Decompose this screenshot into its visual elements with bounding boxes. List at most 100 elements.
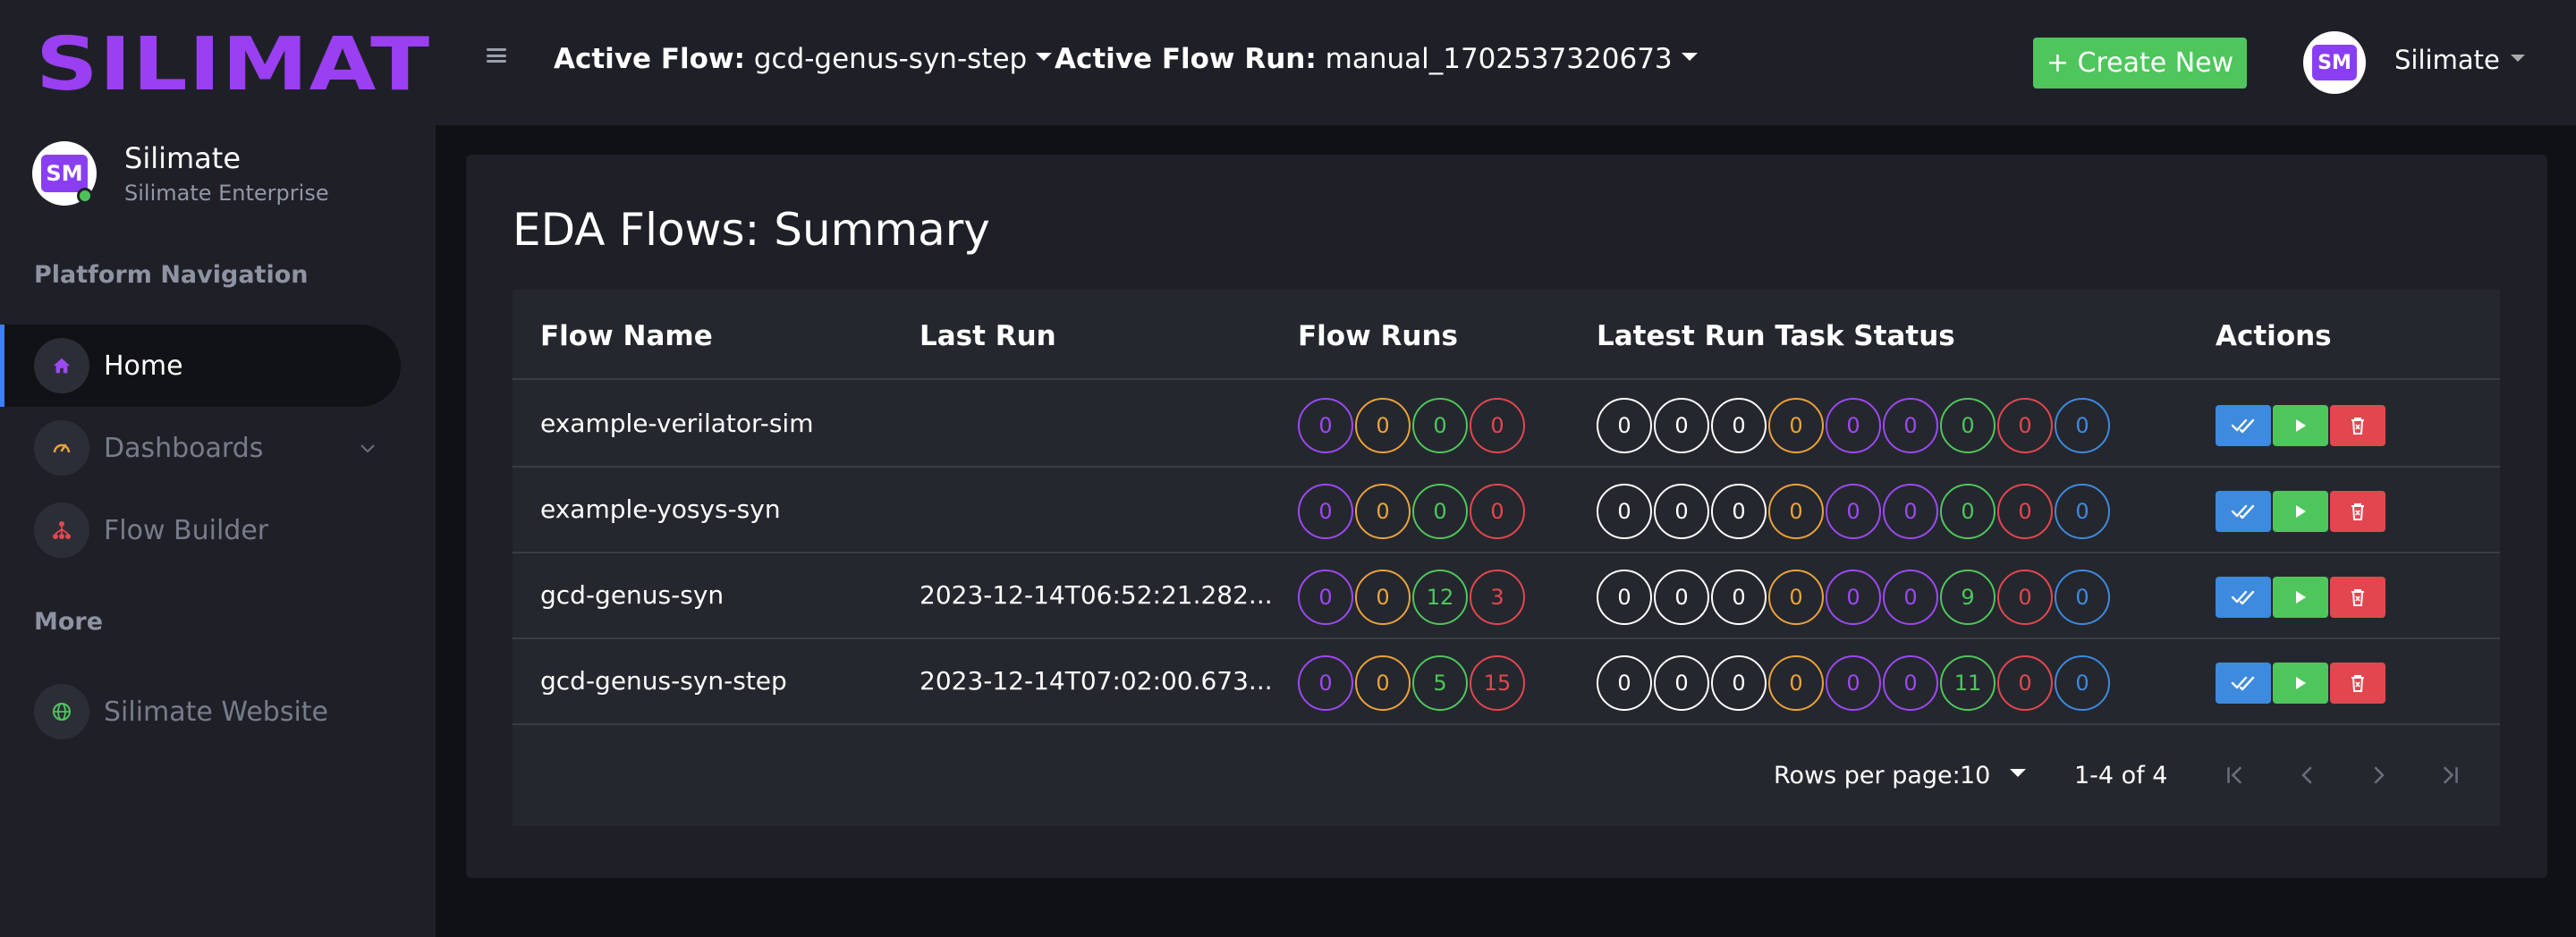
more-section-title: More [34,608,104,636]
trash-icon [2351,589,2364,606]
flow-name-cell[interactable]: example-yosys-syn [540,494,781,524]
sidebar-item-label: Dashboards [104,432,264,464]
column-header-actions: Actions [2216,320,2332,352]
sidebar: SILIMATE SM Silimate Silimate Enterprise… [0,0,489,937]
gauge-icon [34,420,89,476]
sidebar-user-name: Silimate [124,141,241,175]
table-row: example-verilator-sim 0 0 0 0 0 0 0 0 0 0 0 0 0 [513,382,2500,468]
task-status-count-badge: 0 [1654,484,1709,539]
play-icon [2296,677,2306,689]
flow-run-count-badge: 0 [1298,655,1353,711]
trash-icon [2351,418,2364,435]
flow-name-cell[interactable]: gcd-genus-syn [540,580,724,610]
flow-run-count-badge: 12 [1412,570,1468,625]
sidebar-item-dashboards[interactable]: Dashboards [0,407,401,489]
user-menu-name: Silimate [2394,45,2500,75]
task-status-count-badge: 0 [2055,398,2110,453]
set-active-button[interactable] [2216,405,2271,446]
active-flow-run-select[interactable]: Active Flow Run: manual_1702537320673 [1055,43,1698,75]
rows-per-page-select[interactable]: 10 [1960,762,2027,789]
active-flow-select[interactable]: Active Flow: gcd-genus-syn-step [554,43,1053,75]
flow-builder-icon [34,502,89,558]
flow-run-count-badge: 5 [1412,655,1468,711]
sidebar-item-label: Home [104,350,183,382]
row-actions [2216,491,2387,532]
task-status-counts: 000000000 [1597,484,2112,539]
task-status-count-badge: 0 [1883,484,1938,539]
task-status-count-badge: 0 [1711,570,1767,625]
table-row: gcd-genus-syn-step 2023-12-14T07:02:00.67… [513,639,2500,725]
active-flow-run-value: manual_1702537320673 [1325,43,1673,75]
flow-name-cell[interactable]: gcd-genus-syn-step [540,666,787,696]
caret-down-icon [2010,769,2027,777]
trash-icon [2351,503,2364,520]
column-header-flow-runs[interactable]: Flow Runs [1298,320,1458,352]
pagination-range: 1-4 of 4 [2074,762,2168,789]
task-status-count-badge: 11 [1940,655,1996,711]
delete-flow-button[interactable] [2330,577,2385,618]
next-page-icon[interactable] [2360,757,2396,793]
sidebar-item-label: Silimate Website [104,696,329,728]
chevron-down-icon[interactable] [360,437,376,460]
table-row: example-yosys-syn 0 0 0 0 0 0 0 0 0 0 0 0 0 [513,468,2500,553]
delete-flow-button[interactable] [2330,491,2385,532]
caret-down-icon [1036,53,1053,61]
active-flow-value: gcd-genus-syn-step [753,43,1028,75]
run-flow-button[interactable] [2273,577,2328,618]
flow-run-count-badge: 0 [1298,484,1353,539]
set-active-button[interactable] [2216,577,2271,618]
flows-table: Flow Name Last Run Flow Runs Latest Run … [513,290,2500,826]
flow-runs-counts: 0 0 12 3 [1298,570,1527,625]
task-status-count-badge: 0 [2055,655,2110,711]
column-header-task-status[interactable]: Latest Run Task Status [1597,320,1955,352]
run-flow-button[interactable] [2273,663,2328,704]
pagination: Rows per page: 10 1-4 of 4 [513,728,2500,826]
menu-icon[interactable] [487,48,506,63]
task-status-count-badge: 0 [1826,484,1881,539]
task-status-count-badge: 0 [1940,398,1996,453]
sidebar-item-silimate-website[interactable]: Silimate Website [0,671,401,753]
set-active-button[interactable] [2216,663,2271,704]
flow-runs-counts: 0000 [1298,484,1527,539]
table-row: gcd-genus-syn 2023-12-14T06:52:21.282... 0… [513,553,2500,639]
flow-runs-counts: 0000 [1298,398,1527,453]
sidebar-item-home[interactable]: Home [0,325,401,407]
table-header: Flow Name Last Run Flow Runs Latest Run … [513,290,2500,380]
flow-name-cell[interactable]: example-verilator-sim [540,409,813,438]
task-status-count-badge: 0 [1597,655,1652,711]
nav-section-title: Platform Navigation [34,261,309,289]
sidebar-item-label: Flow Builder [104,514,269,546]
delete-flow-button[interactable] [2330,405,2385,446]
task-status-count-badge: 0 [1940,484,1996,539]
first-page-icon[interactable] [2217,757,2253,793]
task-status-count-badge: 0 [1883,570,1938,625]
run-flow-button[interactable] [2273,491,2328,532]
previous-page-icon[interactable] [2290,757,2326,793]
caret-down-icon [2510,55,2525,62]
user-avatar[interactable]: SM [2303,31,2366,94]
column-header-flow-name[interactable]: Flow Name [540,320,713,352]
row-actions [2216,663,2387,704]
set-active-button[interactable] [2216,491,2271,532]
run-flow-button[interactable] [2273,405,2328,446]
task-status-count-badge: 0 [1711,655,1767,711]
delete-flow-button[interactable] [2330,663,2385,704]
flow-run-count-badge: 0 [1412,484,1468,539]
column-header-last-run[interactable]: Last Run [919,320,1056,352]
task-status-count-badge: 0 [1883,398,1938,453]
task-status-count-badge: 0 [1654,655,1709,711]
rows-per-page-value: 10 [1960,762,1991,789]
sidebar-item-flow-builder[interactable]: Flow Builder [0,489,401,571]
last-page-icon[interactable] [2432,757,2468,793]
create-new-button[interactable]: + Create New [2033,38,2247,89]
play-icon [2296,591,2306,604]
user-menu[interactable]: Silimate [2394,45,2525,75]
sidebar-user: SM Silimate Silimate Enterprise [32,141,426,209]
task-status-count-badge: 0 [1826,398,1881,453]
flow-run-count-badge: 0 [1355,570,1411,625]
brand-logo[interactable]: SILIMATE [36,27,491,104]
globe-icon [34,684,89,739]
task-status-count-badge: 0 [2055,570,2110,625]
double-check-icon [2231,418,2255,434]
task-status-count-badge: 0 [1597,484,1652,539]
